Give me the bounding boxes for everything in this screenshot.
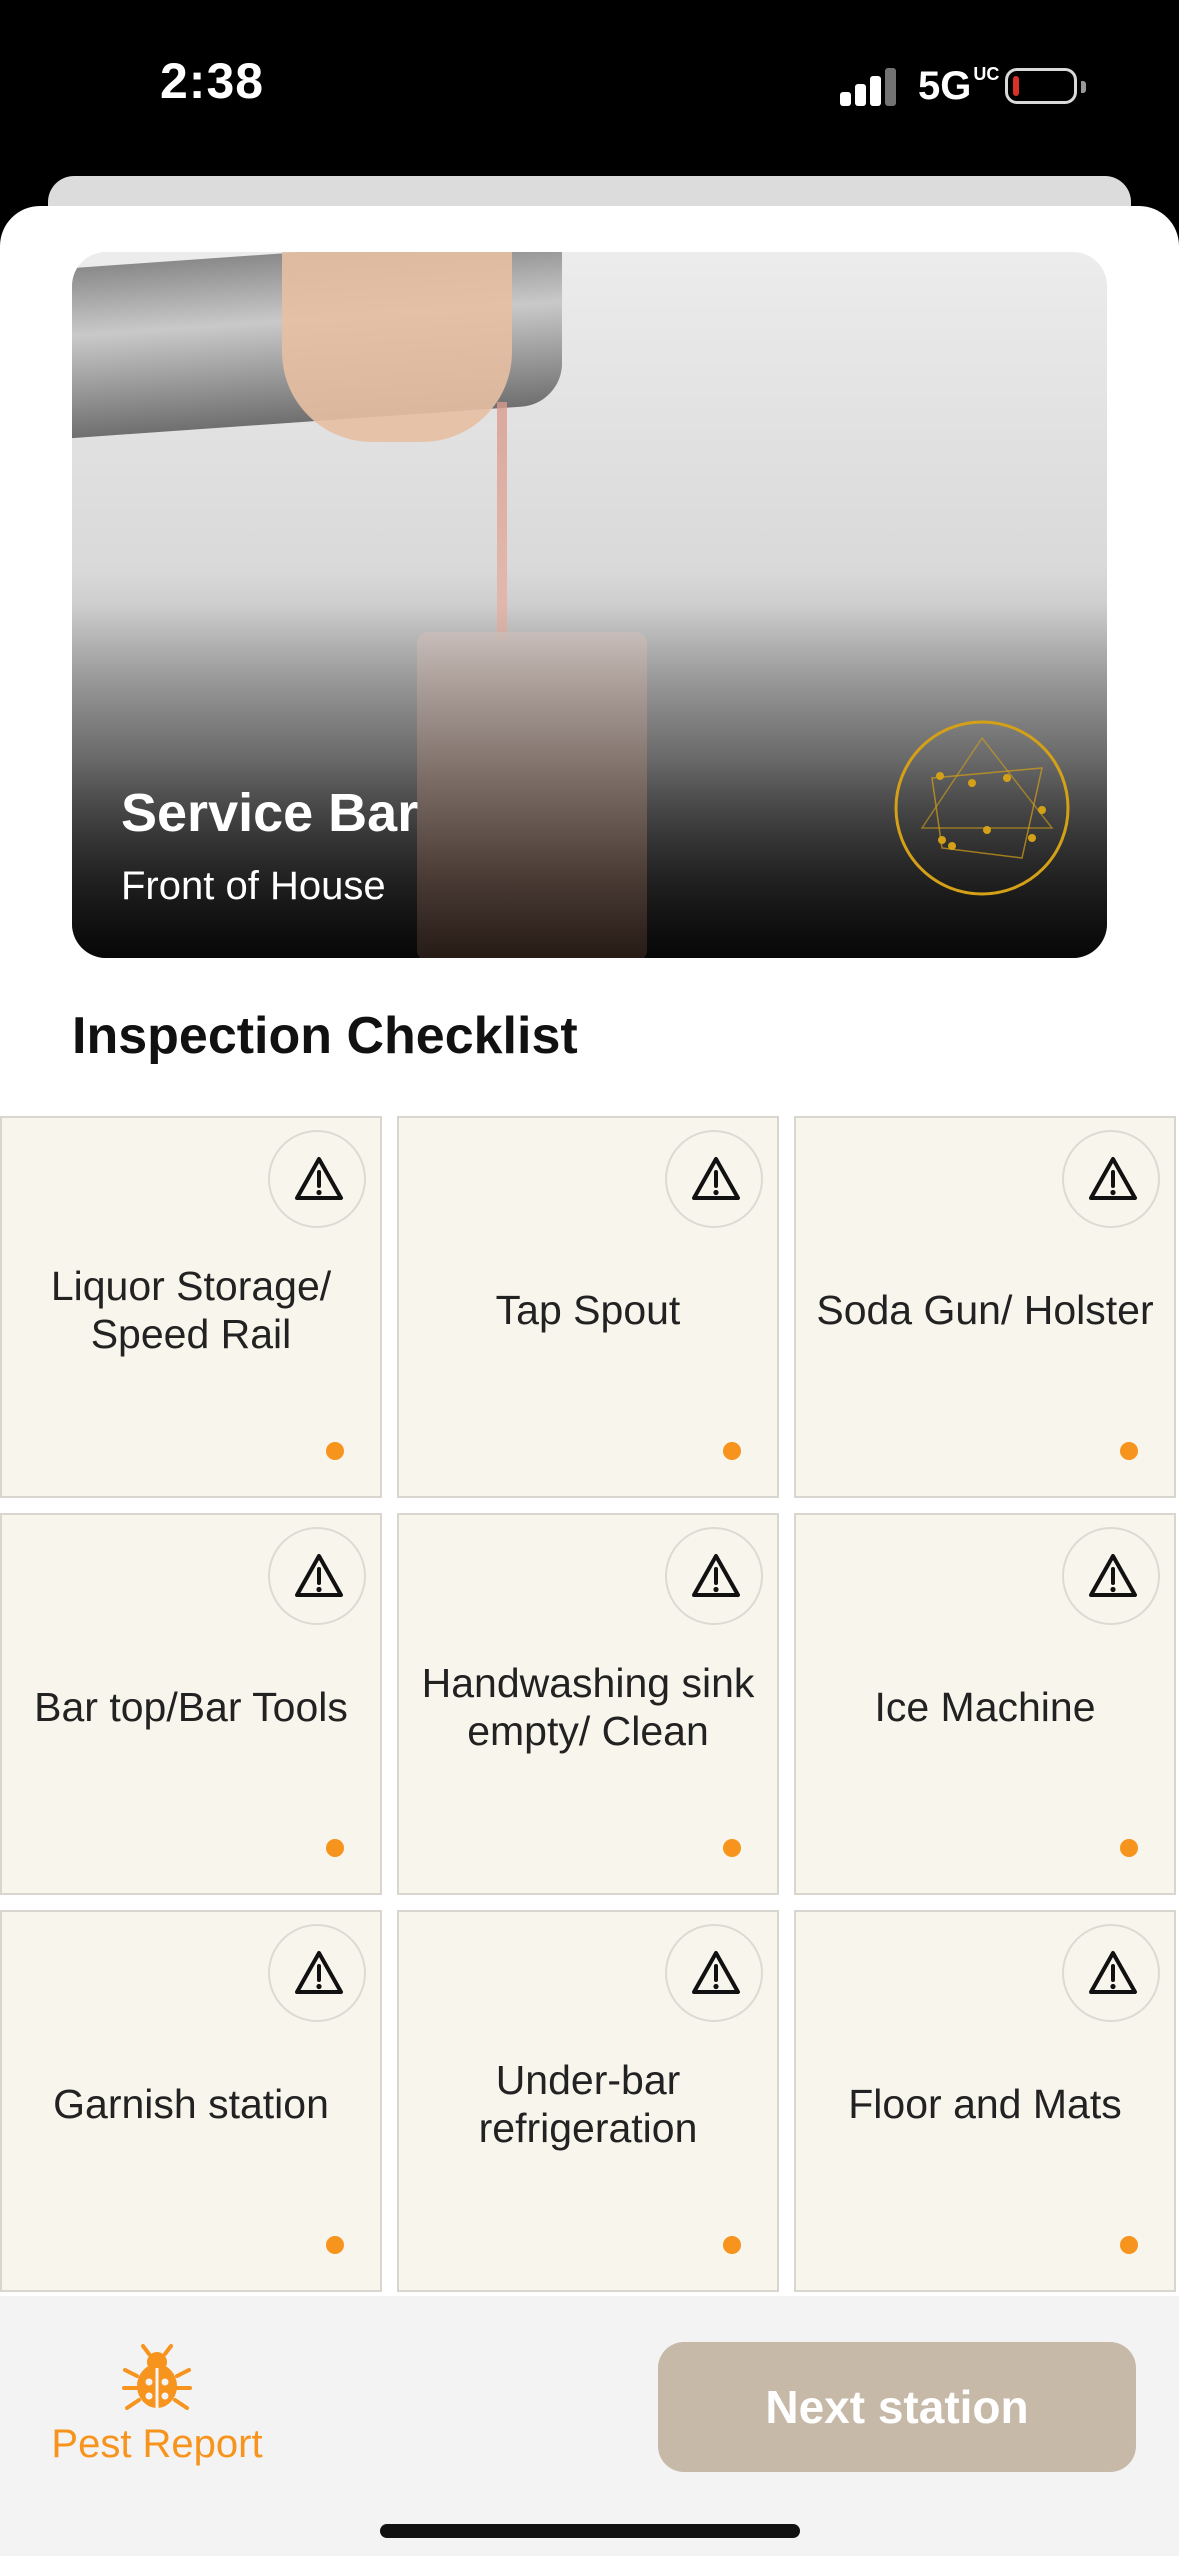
network-label: 5G UC [918,64,1000,108]
signal-icon [840,66,900,106]
status-dot [326,1839,344,1857]
bug-icon [122,2344,192,2410]
pest-report-button[interactable]: Pest Report [42,2342,272,2492]
bottom-action-bar: Pest Report Next station [0,2296,1179,2556]
status-dot [723,1839,741,1857]
checklist-tile[interactable]: Garnish station [0,1910,382,2292]
status-dot [723,2236,741,2254]
checklist-tile-label: Liquor Storage/ Speed Rail [50,1263,332,1357]
checklist-tile-label: Bar top/Bar Tools [34,1684,348,1730]
battery-icon [1005,68,1086,104]
checklist-tile-label: Garnish station [53,2081,329,2127]
status-dot [326,2236,344,2254]
status-time: 2:38 [160,53,265,109]
station-hero-card: Service Bar Front of House [72,252,1107,958]
checklist-tile-label: Tap Spout [495,1287,681,1333]
status-dot [1120,1839,1138,1857]
checklist-tile-label: Floor and Mats [848,2081,1122,2127]
station-title: Service Bar [121,783,419,843]
checklist-tile[interactable]: Bar top/Bar Tools [0,1513,382,1895]
status-dot [723,1442,741,1460]
checklist-tile[interactable]: Under-bar refrigeration [397,1910,779,2292]
checklist-tile-label: Ice Machine [874,1684,1096,1730]
checklist-tile[interactable]: Soda Gun/ Holster [794,1116,1176,1498]
station-area: Front of House [121,864,386,908]
status-dot [1120,1442,1138,1460]
pest-report-label: Pest Report [51,2422,263,2466]
status-bar: 2:38 5G UC [0,0,1179,175]
checklist-tile[interactable]: Tap Spout [397,1116,779,1498]
checklist-tile[interactable]: Floor and Mats [794,1910,1176,2292]
status-dot [1120,2236,1138,2254]
checklist-tile-label: Under-bar refrigeration [478,2057,698,2151]
checklist-tile[interactable]: Ice Machine [794,1513,1176,1895]
checklist-tile[interactable]: Liquor Storage/ Speed Rail [0,1116,382,1498]
brand-logo-icon [894,720,1070,896]
home-indicator [380,2524,800,2538]
checklist-tile-label: Handwashing sink empty/ Clean [421,1660,755,1754]
section-title: Inspection Checklist [72,1007,578,1065]
checklist-tile[interactable]: Handwashing sink empty/ Clean [397,1513,779,1895]
next-station-button[interactable]: Next station [658,2342,1136,2472]
status-dot [326,1442,344,1460]
checklist-tile-label: Soda Gun/ Holster [816,1287,1154,1333]
